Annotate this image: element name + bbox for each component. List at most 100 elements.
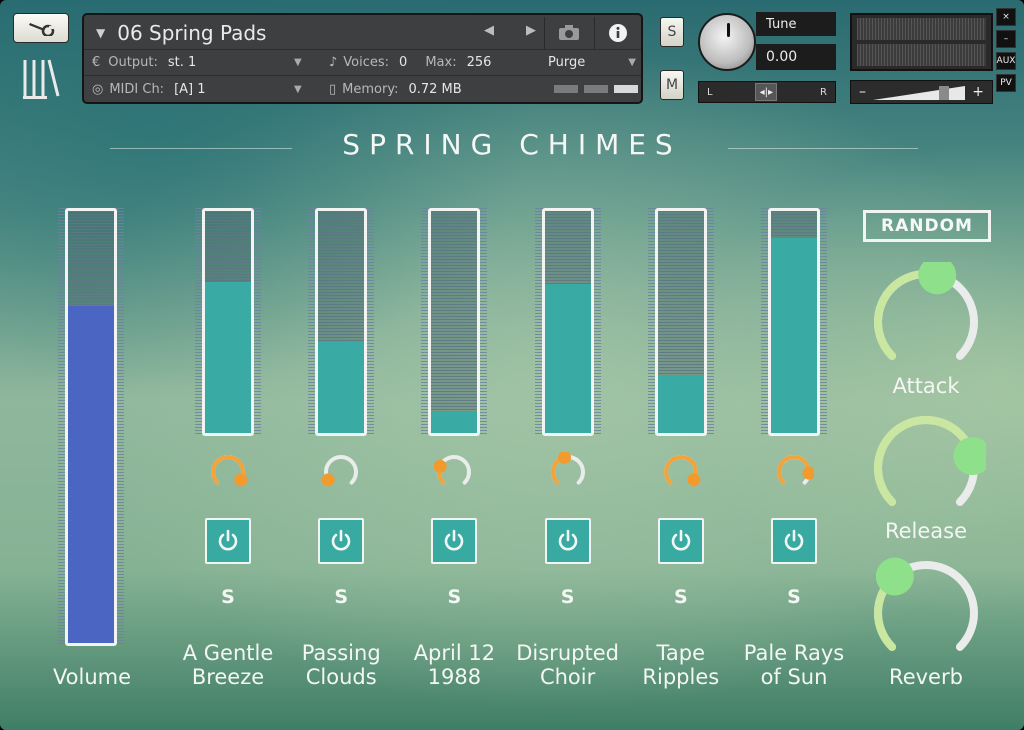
knob-handle[interactable] [875,557,914,596]
next-instrument-icon[interactable]: ▶ [526,23,536,38]
level-meter [850,13,993,71]
layer-solo-button[interactable]: S [779,586,809,608]
meter-chip [554,85,578,93]
layer-pan-knob[interactable] [661,452,701,492]
macro-attack-knob[interactable] [866,256,986,382]
knob-handle[interactable] [687,473,701,487]
layer-power-button[interactable] [544,518,591,564]
macro-label: Release [884,519,968,543]
midi-channel-selector[interactable]: ◎ MIDI Ch: [A] 1 [92,78,312,100]
snapshot-button[interactable] [544,17,592,49]
instrument-info-panel: ▼ 06 Spring Pads ◀ ▶ € Output: st. 1 ▼ ♪… [82,13,643,104]
random-button[interactable]: RANDOM [863,210,991,242]
vol-minus-button[interactable]: – [859,84,866,100]
layer-name-line1: Tape [656,641,706,665]
knob-handle[interactable] [434,459,448,473]
layer-name-line2: 1988 [427,665,482,689]
knob-handle[interactable] [953,437,992,476]
close-button[interactable]: × [996,8,1016,26]
solo-button[interactable]: S [660,17,684,47]
layer-power-button[interactable] [318,518,365,564]
layer-power-button[interactable] [205,518,251,564]
layer-name: A Gentle Breeze [168,641,288,689]
macro-knob-graphic [874,416,992,506]
slider-frame [202,208,254,436]
knob-handle[interactable] [802,466,816,480]
knob-handle[interactable] [321,473,335,487]
divider [84,75,641,76]
power-icon [331,529,351,551]
layer-power-button[interactable] [431,518,478,564]
layer-name-line1: A Gentle [182,641,274,665]
slider-frame [654,208,707,436]
knob-handle[interactable] [918,256,957,295]
knob-indicator [727,23,730,37]
slider-frame [428,208,481,436]
slider-frame [768,208,820,436]
midi-dropdown-icon[interactable]: ▼ [294,84,302,95]
macro-release-knob[interactable] [866,408,992,528]
volume-ramp-icon [873,86,965,100]
aux-button[interactable]: AUX [996,52,1016,70]
cpu-meter [554,85,638,93]
macro-reverb-knob[interactable] [866,553,986,673]
layer-volume-slider[interactable] [421,208,488,436]
minimize-button[interactable]: – [996,30,1016,48]
layer-pan-knob[interactable] [208,452,248,492]
layer-name-line1: Disrupted [516,641,619,665]
slider-fill [318,341,365,433]
layer-volume-slider[interactable] [647,208,714,436]
layer-solo-button[interactable]: S [213,586,243,608]
mute-button[interactable]: M [660,70,684,100]
layer-solo-button[interactable]: S [666,586,696,608]
pan-right-label: R [820,86,827,98]
info-icon [609,24,627,42]
layer-name-line2: of Sun [760,665,828,689]
layer-power-button[interactable] [771,518,817,564]
layer-name: Tape Ripples [621,641,741,689]
tune-value[interactable]: 0.00 [756,44,836,70]
info-button[interactable] [594,17,641,49]
edit-button[interactable] [13,13,69,43]
instrument-nav: ◀ ▶ [484,23,536,38]
tune-knob[interactable] [698,13,756,71]
layer-volume-slider[interactable] [761,208,827,436]
layer-volume-slider[interactable] [534,208,601,436]
layer-volume-slider[interactable] [308,208,375,436]
instrument-name[interactable]: ▼ 06 Spring Pads [96,18,506,48]
power-icon [445,529,464,551]
layer-solo-button[interactable]: S [326,586,356,608]
window-buttons: × – AUX PV [996,8,1018,96]
knob-handle[interactable] [234,473,248,487]
kontakt-logo-icon [23,59,60,99]
layer-solo-button[interactable]: S [439,586,469,608]
layer-pan-knob[interactable] [774,452,816,492]
meter-chip [584,85,608,93]
slider-frame [315,208,368,436]
layer-pan-knob[interactable] [434,452,474,492]
volume-slider[interactable] [58,208,124,646]
layer-pan-knob[interactable] [548,450,588,492]
layer-volume-slider[interactable] [195,208,261,436]
vol-plus-button[interactable]: + [972,84,984,100]
pv-button[interactable]: PV [996,74,1016,92]
camera-icon [558,25,579,40]
layer-name-line1: Pale Rays [743,641,845,665]
macro-label: Attack [892,374,960,398]
layer-knob-graphic [434,455,472,485]
output-selector[interactable]: € Output: st. 1 [92,51,312,73]
layer-solo-button[interactable]: S [553,586,583,608]
knob-handle[interactable] [557,450,571,464]
layer-name: Passing Clouds [281,641,401,689]
prev-instrument-icon[interactable]: ◀ [484,23,494,38]
layer-name-line1: April 12 [413,641,496,665]
layer-power-button[interactable] [657,518,704,564]
pan-slider[interactable]: L ◂|▸ R [698,81,836,103]
layer-pan-knob[interactable] [321,452,361,492]
master-volume-slider[interactable]: – + [850,80,993,104]
power-icon [218,529,238,551]
pan-handle[interactable]: ◂|▸ [755,83,778,101]
slider-frame [65,208,117,646]
purge-menu[interactable]: Purge ▼ [548,51,636,73]
output-dropdown-icon[interactable]: ▼ [294,57,302,68]
